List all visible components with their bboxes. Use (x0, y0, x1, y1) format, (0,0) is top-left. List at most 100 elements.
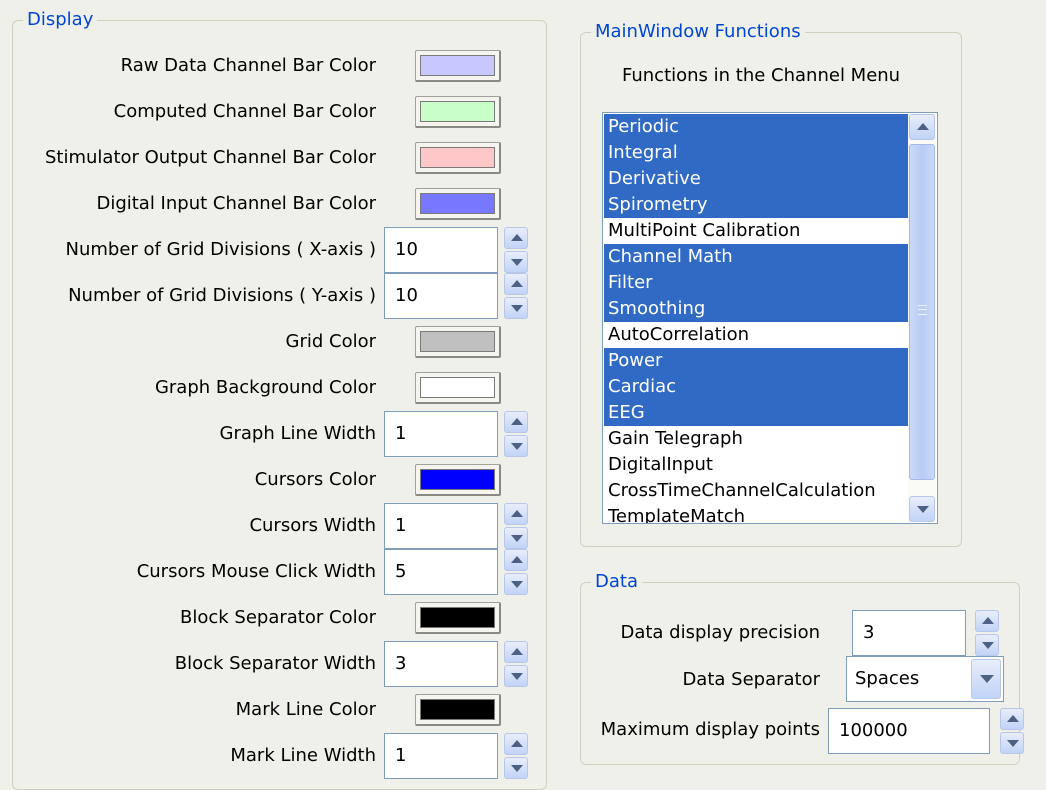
display-row-label: Grid Color (285, 331, 377, 352)
numeric-spinner[interactable] (504, 503, 528, 549)
color-swatch (420, 607, 495, 628)
spin-down-arrow-icon[interactable] (975, 634, 999, 656)
spin-down-arrow-icon[interactable] (504, 527, 528, 549)
numeric-input[interactable]: 5 (384, 549, 498, 595)
channel-functions-listbox[interactable]: Periodic Integral Derivative Spirometry Mult… (602, 112, 938, 524)
display-row-label: Number of Grid Divisions ( Y-axis ) (68, 285, 376, 306)
display-row-label: Block Separator Color (180, 607, 376, 628)
numeric-input[interactable]: 10 (384, 227, 498, 273)
display-row-label: Mark Line Width (230, 745, 376, 766)
color-picker-button[interactable] (415, 464, 501, 496)
display-group-title: Display (23, 9, 98, 31)
numeric-spinner[interactable] (504, 733, 528, 779)
data-separator-select[interactable]: Spaces (846, 656, 1004, 702)
listbox-scrollbar[interactable] (908, 114, 936, 522)
color-picker-button[interactable] (415, 326, 501, 358)
list-item[interactable]: DigitalInput (604, 452, 909, 478)
color-picker-button[interactable] (415, 96, 501, 128)
data-separator-label: Data Separator (682, 669, 820, 690)
display-row-label: Raw Data Channel Bar Color (120, 55, 376, 76)
max-points-spinner[interactable] (1000, 708, 1024, 754)
spin-down-arrow-icon[interactable] (504, 665, 528, 687)
max-points-label: Maximum display points (600, 719, 820, 740)
numeric-spinner[interactable] (504, 641, 528, 687)
display-row-label: Stimulator Output Channel Bar Color (44, 147, 376, 168)
display-row-label: Cursors Color (254, 469, 376, 490)
spin-up-arrow-icon[interactable] (975, 610, 999, 632)
numeric-input[interactable]: 3 (384, 641, 498, 687)
data-precision-input[interactable]: 3 (852, 610, 966, 656)
color-swatch (420, 699, 495, 720)
list-item[interactable]: Derivative (604, 166, 909, 192)
list-item[interactable]: CrossTimeChannelCalculation (604, 478, 909, 504)
spin-up-arrow-icon[interactable] (504, 641, 528, 663)
color-picker-button[interactable] (415, 694, 501, 726)
list-item[interactable]: Filter (604, 270, 909, 296)
color-picker-button[interactable] (415, 50, 501, 82)
spin-up-arrow-icon[interactable] (504, 227, 528, 249)
numeric-spinner[interactable] (504, 411, 528, 457)
scrollbar-thumb[interactable] (909, 144, 935, 480)
data-group-title: Data (591, 571, 642, 593)
spin-up-arrow-icon[interactable] (504, 503, 528, 525)
numeric-input[interactable]: 1 (384, 733, 498, 779)
color-swatch (420, 193, 495, 214)
spin-down-arrow-icon[interactable] (504, 251, 528, 273)
numeric-spinner[interactable] (504, 273, 528, 319)
color-picker-button[interactable] (415, 372, 501, 404)
spin-up-arrow-icon[interactable] (504, 549, 528, 571)
display-row-label: Number of Grid Divisions ( X-axis ) (65, 239, 377, 260)
spin-down-arrow-icon[interactable] (504, 297, 528, 319)
display-row-label: Digital Input Channel Bar Color (96, 193, 376, 214)
grip-icon (918, 305, 927, 315)
list-item[interactable]: Periodic (604, 114, 909, 140)
display-row-label: Cursors Mouse Click Width (136, 561, 376, 582)
color-picker-button[interactable] (415, 602, 501, 634)
color-swatch (420, 469, 495, 490)
list-item[interactable]: TemplateMatch (604, 504, 909, 523)
spin-up-arrow-icon[interactable] (504, 411, 528, 433)
list-item[interactable]: Spirometry (604, 192, 909, 218)
max-points-input[interactable]: 100000 (828, 708, 990, 754)
numeric-input[interactable]: 1 (384, 411, 498, 457)
spin-up-arrow-icon[interactable] (1000, 708, 1024, 730)
data-precision-label: Data display precision (620, 622, 820, 643)
data-precision-spinner[interactable] (975, 610, 999, 656)
display-row-label: Graph Background Color (154, 377, 376, 398)
list-item[interactable]: AutoCorrelation (604, 322, 909, 348)
display-row-label: Graph Line Width (219, 423, 376, 444)
list-item[interactable]: EEG (604, 400, 909, 426)
color-picker-button[interactable] (415, 188, 501, 220)
display-row-label: Cursors Width (249, 515, 376, 536)
numeric-spinner[interactable] (504, 227, 528, 273)
color-swatch (420, 147, 495, 168)
spin-down-arrow-icon[interactable] (504, 757, 528, 779)
data-separator-value: Spaces (855, 668, 920, 689)
numeric-spinner[interactable] (504, 549, 528, 595)
list-item[interactable]: Power (604, 348, 909, 374)
list-item[interactable]: Smoothing (604, 296, 909, 322)
spin-up-arrow-icon[interactable] (504, 273, 528, 295)
numeric-input[interactable]: 10 (384, 273, 498, 319)
functions-subtitle: Functions in the Channel Menu (622, 65, 901, 86)
color-swatch (420, 55, 495, 76)
list-item[interactable]: Gain Telegraph (604, 426, 909, 452)
color-swatch (420, 331, 495, 352)
scroll-down-arrow-icon[interactable] (909, 496, 935, 522)
color-swatch (420, 377, 495, 398)
spin-down-arrow-icon[interactable] (504, 435, 528, 457)
display-row-label: Block Separator Width (174, 653, 376, 674)
color-picker-button[interactable] (415, 142, 501, 174)
list-item[interactable]: Integral (604, 140, 909, 166)
spin-down-arrow-icon[interactable] (1000, 732, 1024, 754)
spin-up-arrow-icon[interactable] (504, 733, 528, 755)
list-item[interactable]: MultiPoint Calibration (604, 218, 909, 244)
display-row-label: Mark Line Color (235, 699, 376, 720)
numeric-input[interactable]: 1 (384, 503, 498, 549)
scroll-up-arrow-icon[interactable] (909, 114, 935, 140)
list-item[interactable]: Cardiac (604, 374, 909, 400)
mainwindow-functions-title: MainWindow Functions (591, 21, 805, 43)
chevron-down-icon[interactable] (971, 659, 1001, 699)
list-item[interactable]: Channel Math (604, 244, 909, 270)
spin-down-arrow-icon[interactable] (504, 573, 528, 595)
